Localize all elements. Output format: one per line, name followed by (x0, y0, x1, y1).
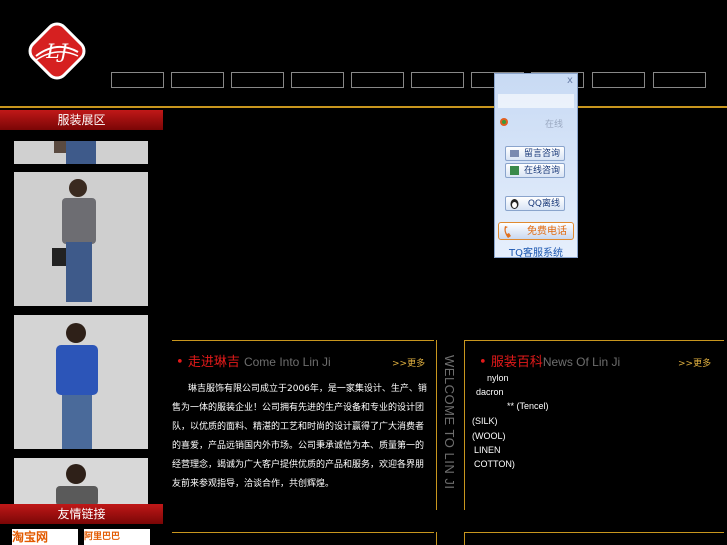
nav-item-5[interactable] (351, 72, 404, 88)
fabric-title-cn: 服装百科 (490, 355, 543, 370)
taobao-link-label: 淘宝网 (12, 530, 49, 544)
showroom-photo-2[interactable] (14, 172, 148, 306)
online-consult-label: 在线咨询 (523, 166, 560, 176)
fabric-item[interactable]: (SILK) (472, 416, 498, 426)
chat-icon (509, 165, 520, 176)
fabric-top-line (464, 340, 724, 341)
tq-chat-widget: x 在线 留言咨询 在线咨询 QQ离线 免费电话 TQ客服系统 (494, 73, 578, 259)
qq-button[interactable]: QQ离线 (505, 196, 565, 211)
free-phone-button[interactable]: 免费电话 (498, 222, 574, 240)
fabric-item[interactable]: nylon (487, 373, 509, 383)
tq-avatar-icon (499, 117, 509, 127)
nav-item-4[interactable] (291, 72, 344, 88)
bottom-section-line-1 (172, 532, 434, 533)
nav-item-10[interactable] (653, 72, 706, 88)
showroom-photo-1[interactable] (14, 141, 148, 164)
fabric-left-line (464, 340, 465, 510)
showroom-title: 服装展区 (0, 110, 163, 130)
intro-more-link[interactable]: >>更多 (392, 356, 425, 369)
qq-penguin-icon (509, 198, 520, 209)
fabric-title-en: News Of Lin Ji (542, 355, 621, 369)
tq-status: 在线 (545, 120, 564, 130)
left-column: 服装展区 友情链接 (0, 110, 163, 545)
bottom-section-line-2 (464, 532, 724, 533)
close-icon[interactable]: x (567, 75, 573, 86)
logo[interactable]: LJ (24, 18, 90, 84)
welcome-text: WELCOME TO LIN JI (442, 355, 457, 490)
nav-item-2[interactable] (171, 72, 224, 88)
intro-title-en: Come Into Lin Ji (243, 355, 331, 369)
fabric-item[interactable]: dacron (476, 387, 504, 397)
tq-footer: TQ客服系统 (509, 248, 563, 259)
fabric-item[interactable]: ** (Tencel) (507, 401, 549, 411)
links-title: 友情链接 (0, 504, 163, 524)
bottom-divider-2 (464, 532, 465, 545)
nav-item-1[interactable] (111, 72, 164, 88)
nav-item-3[interactable] (231, 72, 284, 88)
qq-label: QQ离线 (527, 199, 560, 209)
alibaba-link[interactable]: 阿里巴巴 (84, 529, 150, 545)
message-icon (509, 148, 520, 159)
message-consult-label: 留言咨询 (523, 149, 560, 159)
intro-title-cn: 走进琳吉 (187, 355, 240, 370)
welcome-vertical: WELCOME TO LIN JI (433, 355, 463, 505)
nav-item-9[interactable] (592, 72, 645, 88)
intro-title: • 走进琳吉 Come Into Lin Ji (176, 355, 331, 370)
tq-divider-band (498, 94, 574, 108)
intro-text: 琳吉服饰有限公司成立于2006年，是一家集设计、生产、销售为一体的服装企业！公司… (172, 384, 427, 489)
fabric-item[interactable]: (WOOL) (472, 431, 506, 441)
fabric-item[interactable]: LINEN (474, 445, 501, 455)
free-phone-label: 免费电话 (527, 226, 567, 237)
fabric-item[interactable]: COTTON) (474, 459, 515, 469)
showroom-photo-4[interactable] (14, 458, 148, 506)
alibaba-link-label: 阿里巴巴 (84, 532, 121, 542)
online-consult-button[interactable]: 在线咨询 (505, 163, 565, 178)
bottom-divider-1 (436, 532, 437, 545)
message-consult-button[interactable]: 留言咨询 (505, 146, 565, 161)
showroom-photo-3[interactable] (14, 315, 148, 449)
fabric-more-link[interactable]: >>更多 (678, 356, 711, 369)
fabric-title: • 服装百科News Of Lin Ji (479, 355, 621, 370)
intro-top-line (172, 340, 434, 341)
header-divider (0, 106, 727, 108)
taobao-link[interactable]: 淘宝网 (12, 529, 78, 545)
nav-item-6[interactable] (411, 72, 464, 88)
logo-text: LJ (45, 39, 68, 63)
